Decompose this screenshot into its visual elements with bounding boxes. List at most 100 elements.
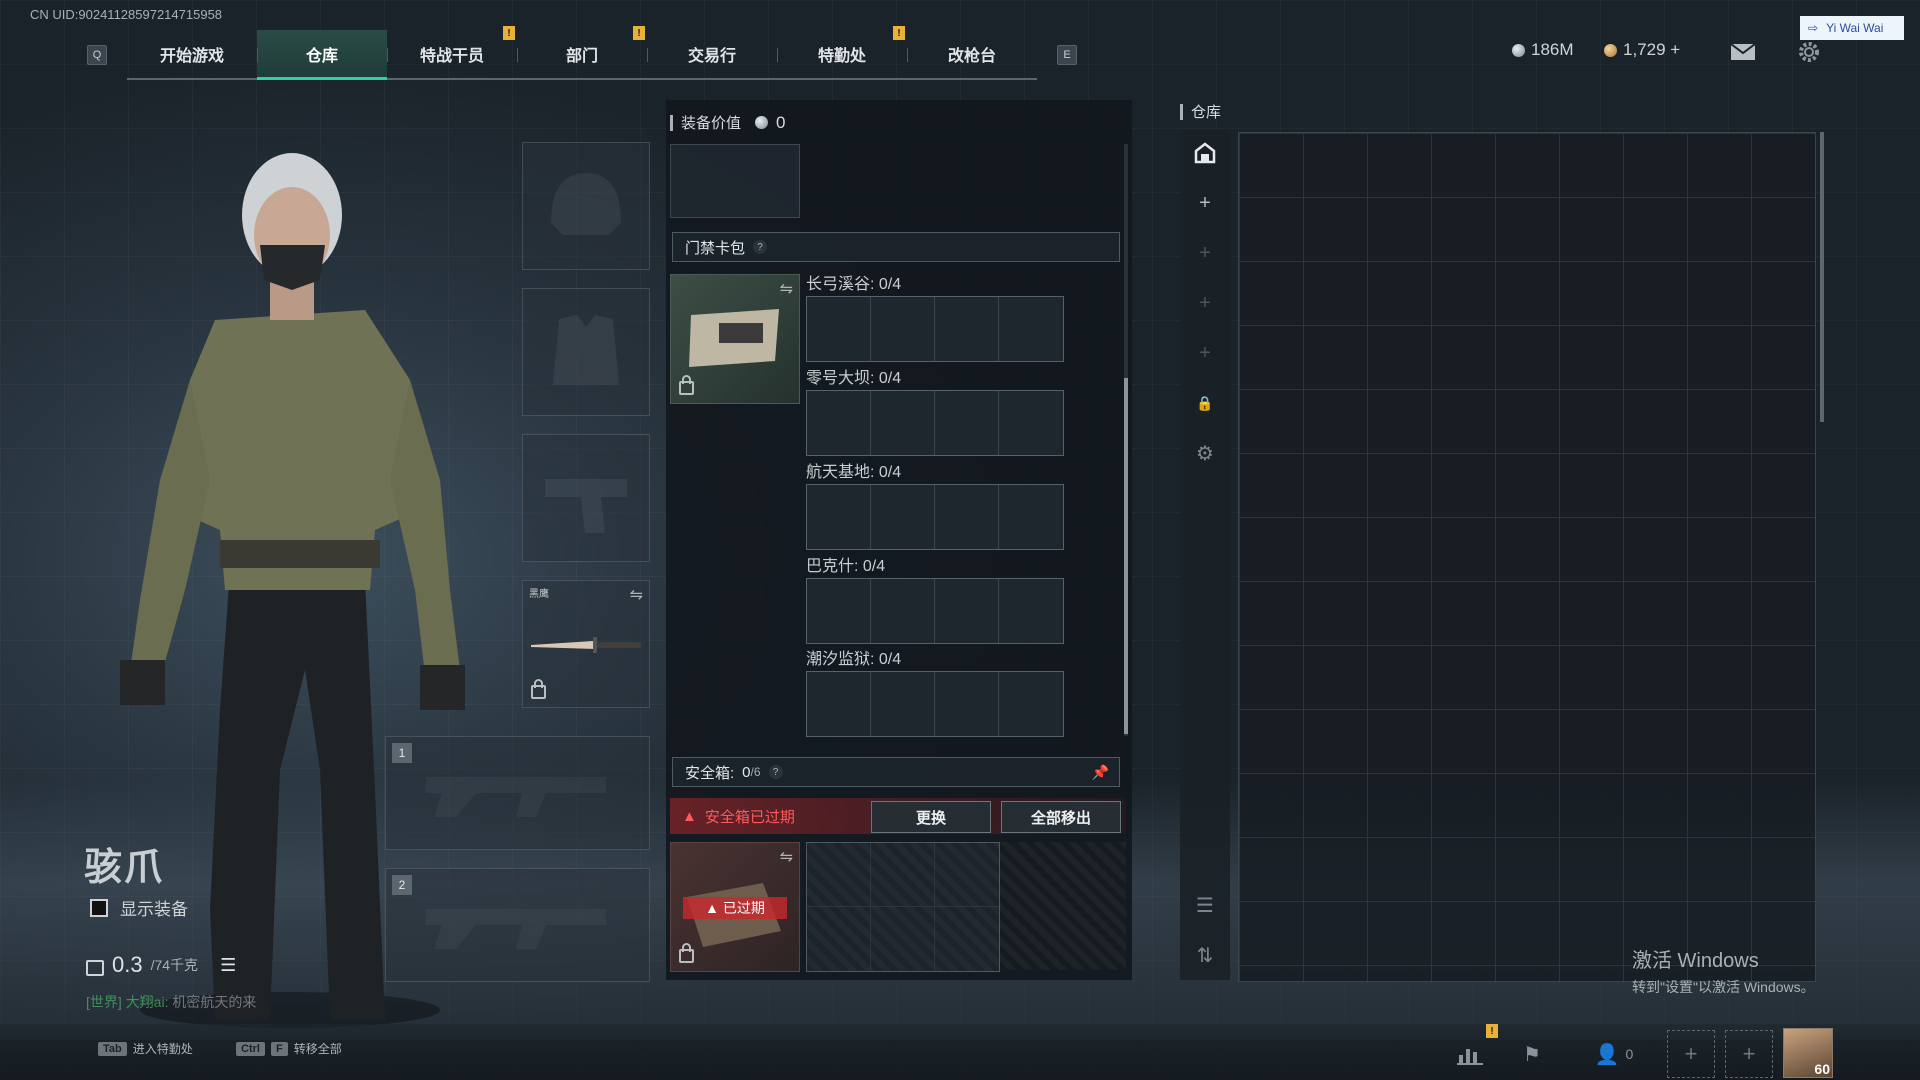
primary-weapon-slot-2[interactable]: 2	[385, 868, 650, 982]
keycard-map-label: 航天基地: 0/4	[806, 464, 902, 481]
keycard-slots[interactable]	[806, 484, 1064, 550]
locked-storage-icon[interactable]: 🔒	[1180, 380, 1230, 426]
hint-text: 转移全部	[293, 1042, 342, 1056]
pin-icon[interactable]: 📌	[1092, 764, 1109, 781]
safe-box-count: 0	[742, 763, 751, 781]
key-tab: Tab	[98, 1041, 127, 1056]
coin-balance: 186M	[1512, 40, 1574, 60]
primary-weapon-slot-1[interactable]: 1	[385, 736, 650, 850]
keycard-map-label: 长弓溪谷: 0/4	[806, 276, 902, 293]
friends-button[interactable]: 👤 0	[1584, 1032, 1644, 1076]
help-icon[interactable]: ?	[753, 240, 768, 254]
warehouse-header: 仓库	[1180, 101, 1221, 122]
stats-icon[interactable]	[1446, 1032, 1494, 1076]
swap-icon[interactable]: ⇋	[630, 585, 643, 605]
tab-department[interactable]: 部门	[517, 30, 647, 78]
bond-balance[interactable]: 1,729 +	[1604, 40, 1680, 60]
tab-operators[interactable]: 特战干员	[387, 30, 517, 78]
rifle-icon	[426, 909, 606, 949]
weight-cap: /74千克	[150, 957, 199, 973]
keycard-wallet-title: 门禁卡包	[685, 239, 746, 257]
game-screen: CN UID:90241128597214715958 Q 开始游戏 仓库 特战…	[0, 0, 1920, 1080]
tab-warehouse[interactable]: 仓库	[257, 30, 387, 80]
pistol-icon	[545, 479, 627, 533]
add-storage-icon[interactable]: +	[1180, 180, 1230, 226]
tab-special-ops[interactable]: 特勤处	[777, 30, 907, 78]
alert-icon: !	[893, 26, 905, 40]
armor-slot[interactable]	[522, 288, 650, 416]
hint-special-ops[interactable]: Tab 进入特勤处	[98, 1040, 193, 1057]
storage-settings-icon[interactable]: ⚙	[1180, 430, 1230, 476]
hint-transfer-all[interactable]: Ctrl F 转移全部	[236, 1040, 342, 1057]
player-uid: CN UID:90241128597214715958	[30, 7, 223, 22]
lock-icon	[531, 679, 546, 699]
tab-gunsmith[interactable]: 改枪台	[907, 30, 1037, 78]
equipment-value-label: 装备价值	[681, 115, 742, 132]
invite-slot[interactable]: +	[1667, 1030, 1715, 1078]
warehouse-grid[interactable]	[1238, 132, 1816, 982]
melee-slot[interactable]: 黑鹰 ⇋	[522, 580, 650, 708]
swap-icon[interactable]: ⇋	[780, 847, 793, 867]
coin-icon	[755, 116, 769, 129]
list-icon[interactable]: ☰	[220, 955, 236, 976]
locked-slot-area	[1000, 842, 1126, 970]
player-avatar[interactable]: 60	[1783, 1028, 1833, 1078]
safe-box-item[interactable]: ⇋ ▲ 已过期	[670, 842, 800, 972]
chat-line[interactable]: [世界] 大翔ai: 机密航天的来	[86, 992, 256, 1012]
user-badge[interactable]: ⇨ Yi Wai Wai	[1800, 16, 1904, 40]
move-all-button[interactable]: 全部移出	[1001, 801, 1121, 833]
safe-box-expired-text: 安全箱已过期	[704, 809, 795, 826]
warehouse-storage-icon[interactable]	[1180, 130, 1230, 176]
sort-icon[interactable]: ⇅	[1180, 932, 1230, 978]
safe-box-expired-warning: ▲ 安全箱已过期	[682, 806, 795, 827]
chat-channel: [世界] 大翔ai:	[86, 994, 169, 1010]
scrollbar-thumb[interactable]	[1124, 378, 1128, 734]
nav-prev-key[interactable]: Q	[87, 45, 107, 65]
helmet-slot[interactable]	[522, 142, 650, 270]
pistol-slot[interactable]	[522, 434, 650, 562]
lock-icon	[679, 943, 694, 963]
scrollbar-track[interactable]	[1124, 144, 1128, 736]
show-equipment-toggle[interactable]: 显示装备	[90, 895, 188, 920]
help-icon[interactable]: ?	[768, 765, 783, 779]
keycard-slots[interactable]	[806, 390, 1064, 456]
keycard-slots[interactable]	[806, 578, 1064, 644]
windows-activation-watermark: 激活 Windows 转到"设置"以激活 Windows。	[1632, 944, 1815, 997]
weight-lock-icon	[86, 960, 104, 976]
expired-tag-text: 已过期	[722, 900, 765, 916]
settings-gear-icon[interactable]	[1797, 40, 1821, 64]
player-level: 60	[1814, 1061, 1830, 1077]
swap-icon[interactable]: ⇋	[780, 279, 793, 299]
alert-icon: !	[633, 26, 645, 40]
keycard-slots[interactable]	[806, 671, 1064, 737]
keycard-map-label: 零号大坝: 0/4	[806, 370, 902, 387]
flag-icon[interactable]: ⚑	[1508, 1032, 1556, 1076]
hint-text: 进入特勤处	[132, 1042, 193, 1056]
keycard-wallet-item[interactable]: ⇋	[670, 274, 800, 404]
warehouse-sidebar: + + + + 🔒 ⚙ ☰ ⇅	[1180, 130, 1230, 980]
login-icon: ⇨	[1808, 21, 1819, 35]
keycard-slots[interactable]	[806, 296, 1064, 362]
slot-number: 1	[392, 743, 412, 763]
add-storage-icon[interactable]: +	[1180, 330, 1230, 376]
show-equipment-checkbox[interactable]	[90, 898, 108, 917]
mail-icon[interactable]	[1730, 43, 1756, 61]
invite-slot[interactable]: +	[1725, 1030, 1773, 1078]
tab-trading[interactable]: 交易行	[647, 30, 777, 78]
backpack-slot[interactable]	[670, 144, 800, 218]
keycard-map-label: 潮汐监狱: 0/4	[806, 651, 902, 668]
helmet-icon	[551, 173, 621, 235]
equipment-value: 装备价值 0	[670, 112, 785, 133]
operator-name: 骇爪	[84, 847, 165, 889]
add-storage-icon[interactable]: +	[1180, 280, 1230, 326]
watermark-title: 激活 Windows	[1632, 950, 1759, 972]
tab-start-game[interactable]: 开始游戏	[127, 30, 257, 78]
equipment-value-amount: 0	[776, 112, 786, 132]
safe-box-slots[interactable]	[806, 842, 1000, 972]
warehouse-scrollbar[interactable]	[1820, 132, 1824, 422]
replace-button[interactable]: 更换	[871, 801, 991, 833]
add-storage-icon[interactable]: +	[1180, 230, 1230, 276]
rifle-icon	[426, 777, 606, 817]
nav-next-key[interactable]: E	[1057, 45, 1077, 65]
layers-icon[interactable]: ☰	[1180, 882, 1230, 928]
